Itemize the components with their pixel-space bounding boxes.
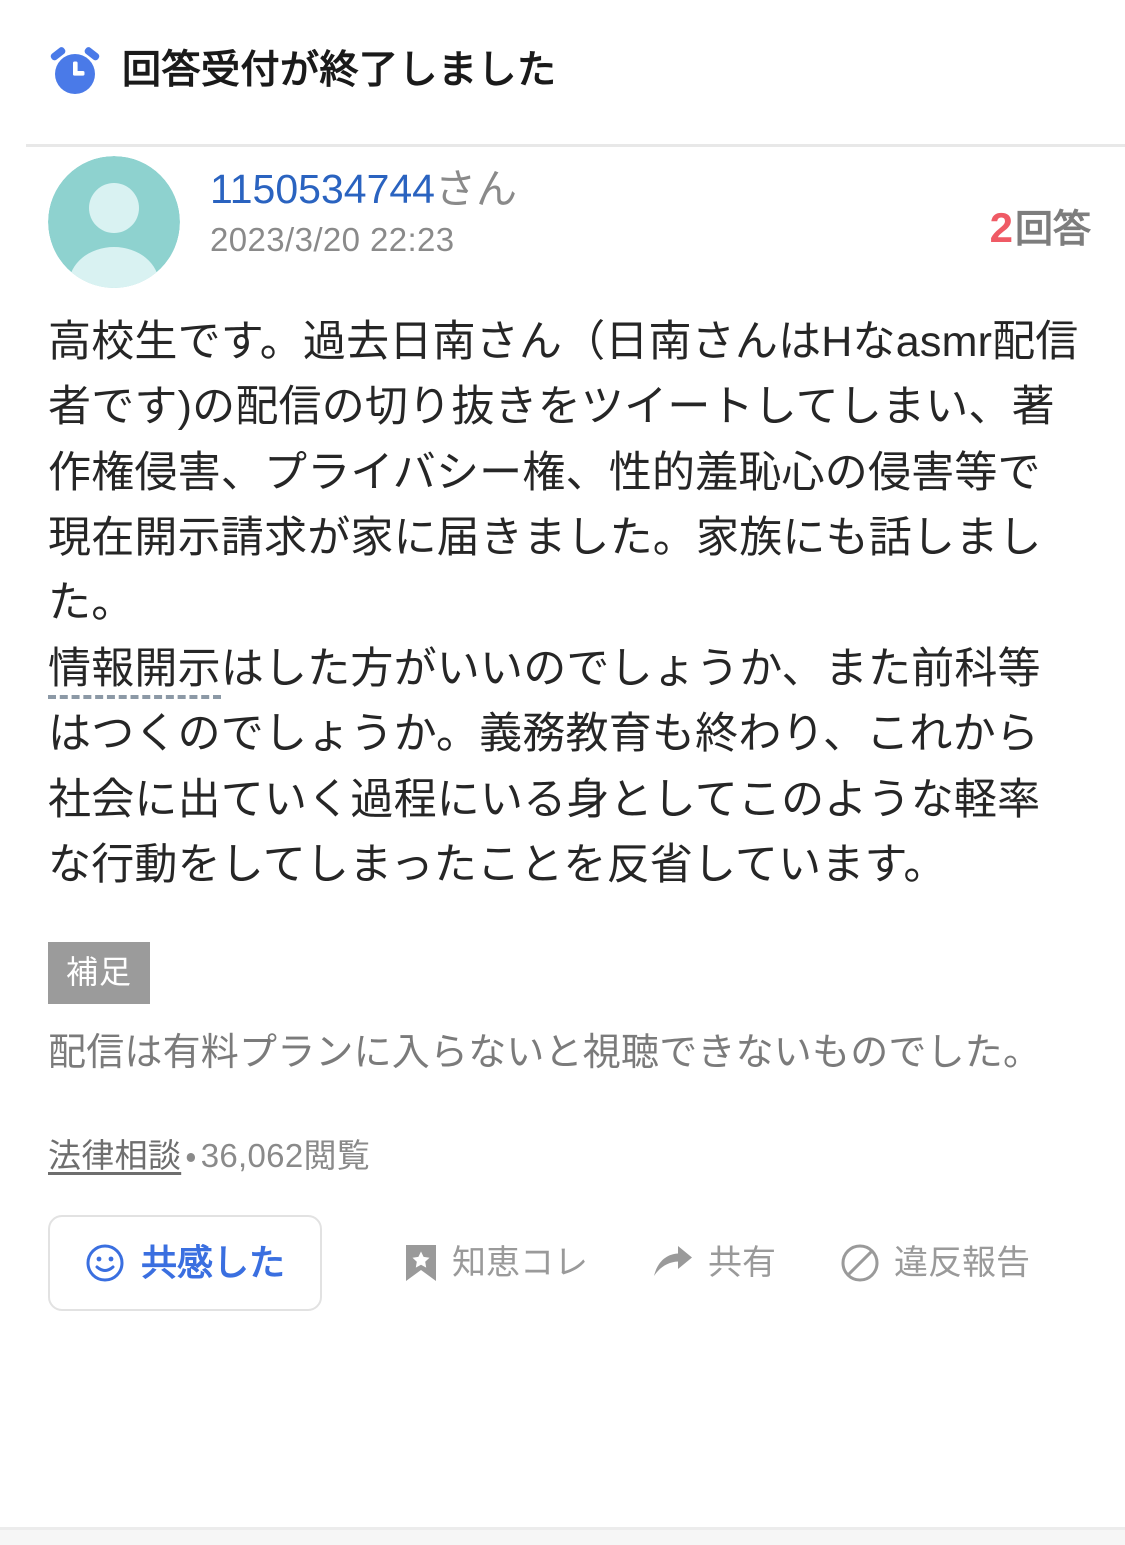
bookmark-star-icon — [404, 1243, 438, 1283]
author-name-suffix: さん — [434, 166, 517, 212]
share-action-label: 共有 — [708, 1244, 776, 1283]
empathy-button[interactable]: 共感した — [48, 1215, 322, 1312]
meta-separator: ・ — [185, 1137, 197, 1175]
action-bar: 共感した 知恵コレ 共有 違反報告 — [0, 1177, 1125, 1312]
author-meta: 1150534744さん 2023/3/20 22:23 — [210, 156, 990, 259]
meta-line: 法律相談・ 36,062閲覧 — [0, 1081, 1125, 1177]
supplement-badge: 補足 — [48, 942, 151, 1005]
answer-count-number: 2 — [989, 204, 1013, 251]
posted-timestamp: 2023/3/20 22:23 — [210, 221, 455, 259]
empathy-button-label: 共感した — [140, 1242, 285, 1284]
category-link[interactable]: 法律相談 — [48, 1137, 181, 1174]
status-banner-text: 回答受付が終了しました — [122, 48, 557, 92]
avatar[interactable] — [48, 156, 180, 288]
question-body: 高校生です。過去日南さん（日南さんはHなasmr配信者です)の配信の切り抜きをツ… — [0, 288, 1125, 898]
author-row: 1150534744さん 2023/3/20 22:23 2回答 — [0, 100, 1125, 288]
answer-count-badge: 2回答 — [990, 198, 1091, 253]
bookmark-action-label: 知恵コレ — [452, 1244, 588, 1283]
page-bottom-fill — [0, 1530, 1125, 1545]
bookmark-action[interactable]: 知恵コレ — [404, 1243, 588, 1283]
question-paragraph-1: 高校生です。過去日南さん（日南さんはHなasmr配信者です)の配信の切り抜きをツ… — [48, 318, 1079, 628]
report-action[interactable]: 違反報告 — [840, 1243, 1030, 1283]
report-action-label: 違反報告 — [894, 1244, 1030, 1283]
secondary-action-group: 知恵コレ 共有 違反報告 — [404, 1243, 1030, 1283]
author-name[interactable]: 1150534744さん — [210, 164, 990, 215]
supplement-section: 補足 配信は有料プランに入らないと視聴できないものでした。 — [0, 898, 1125, 1081]
prohibition-icon — [840, 1243, 880, 1283]
share-arrow-icon — [652, 1244, 694, 1282]
view-count: 36,062閲覧 — [200, 1137, 371, 1175]
alarm-clock-icon — [48, 43, 102, 97]
question-detail-page: 回答受付が終了しました 1150534744さん 2023/3/20 22:23 — [0, 0, 1125, 1545]
share-action[interactable]: 共有 — [652, 1244, 776, 1282]
smiley-face-icon — [85, 1243, 125, 1283]
supplement-text: 配信は有料プランに入らないと視聴できないものでした。 — [48, 1032, 1042, 1075]
keyword-link-joho-kaiji[interactable]: 情報開示 — [48, 644, 221, 699]
question-paragraph-2: 情報開示はした方がいいのでしょうか、また前科等はつくのでしょうか。義務教育も終わ… — [48, 637, 1081, 898]
answer-count-label: 回答 — [1014, 209, 1091, 251]
author-user-id: 1150534744 — [210, 166, 435, 212]
status-banner: 回答受付が終了しました — [0, 0, 1125, 100]
